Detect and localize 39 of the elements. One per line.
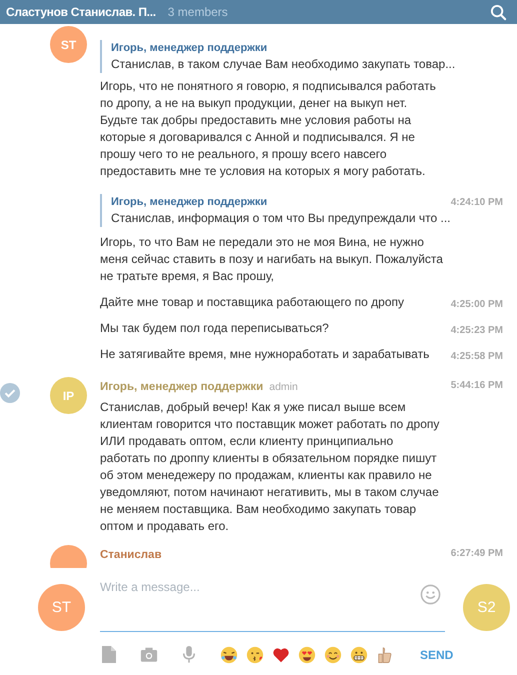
file-icon[interactable] bbox=[100, 645, 118, 664]
message-input[interactable]: Write a message... bbox=[100, 576, 445, 632]
quoted-author: Игорь, менеджер поддержки bbox=[111, 41, 268, 56]
grinning-face-icon[interactable] bbox=[350, 646, 368, 664]
message-time: 4:25:00 PM bbox=[450, 299, 503, 310]
microphone-icon[interactable] bbox=[180, 645, 198, 664]
avatar: IP bbox=[50, 377, 87, 414]
sender-name: Игорь, менеджер поддержки bbox=[100, 381, 264, 393]
quoted-author: Игорь, менеджер поддержки bbox=[111, 195, 268, 210]
heart-eyes-face-icon[interactable] bbox=[298, 646, 316, 664]
laughing-face-icon[interactable] bbox=[220, 646, 238, 664]
message-text: Станислав, добрый вечер! Как я уже писал выше всем клиентам говорится что поставщик может работать по дропу ИЛИ продавать оптом, если клиенту принципиально работать по дроппу клиенты в обязательном порядке пишут об этом менедежеру по продажам, клиенты как правило не уведомляют, потом начинают негативить, мы в таком случае не меняем поставщика. Вам необходимо закупать товар оптом и продавать его. bbox=[100, 399, 440, 535]
quoted-text: Станислав, информация о том что Вы предупреждали что ... bbox=[111, 210, 451, 227]
message-time: 6:27:49 PM bbox=[450, 548, 503, 559]
message-time: 4:25:58 PM bbox=[450, 351, 503, 362]
member-count: 3 members bbox=[168, 5, 228, 19]
quoted-text: Станислав, в таком случае Вам необходимо закупать товар... bbox=[111, 56, 456, 73]
message-text: Игорь, что не понятного я говорю, я подписывался работать по дропу, а не на выкуп продукции, денег на выкуп нет. Будьте так добры предоставить мне условия работы на которые я договаривался с Анной и подписывался. Я не прошу чего то не реального, я прошу всего навсего предоставить мне те условия на которых я могу работать. bbox=[100, 78, 437, 180]
camera-icon[interactable] bbox=[140, 645, 158, 664]
avatar: S2 bbox=[463, 584, 510, 631]
message-text: Не затягивайте время, мне нужноработать и зарабатывать bbox=[100, 346, 430, 363]
send-button[interactable]: SEND bbox=[420, 646, 454, 664]
message-text: Дайте мне товар и поставщика работающего по дропу bbox=[100, 294, 405, 311]
selected-check-icon[interactable] bbox=[0, 383, 20, 403]
message-time: 4:24:10 PM bbox=[450, 197, 503, 208]
smiling-face-icon[interactable] bbox=[324, 646, 342, 664]
search-icon[interactable] bbox=[490, 4, 507, 20]
avatar: ST bbox=[38, 584, 85, 631]
avatar: ST bbox=[50, 26, 87, 63]
message-text: Мы так будем пол года переписываться? bbox=[100, 320, 330, 337]
kissing-face-icon[interactable] bbox=[246, 646, 264, 664]
heart-icon[interactable] bbox=[272, 646, 290, 664]
message-text: Игорь, то что Вам не передали это не моя Вина, не нужно меня сейчас ставить в позу и нагибать на выкуп. Пожалуйста не тратьте время, я Вас прошу, bbox=[100, 234, 444, 285]
admin-label: admin bbox=[269, 381, 298, 393]
thumbs-up-icon[interactable] bbox=[376, 646, 394, 664]
message-time: 5:44:16 PM bbox=[450, 380, 503, 391]
chat-title: Сластунов Станислав. П... bbox=[6, 5, 156, 19]
message-time: 4:25:23 PM bbox=[450, 325, 503, 336]
sender-name: Станислав bbox=[100, 549, 162, 561]
